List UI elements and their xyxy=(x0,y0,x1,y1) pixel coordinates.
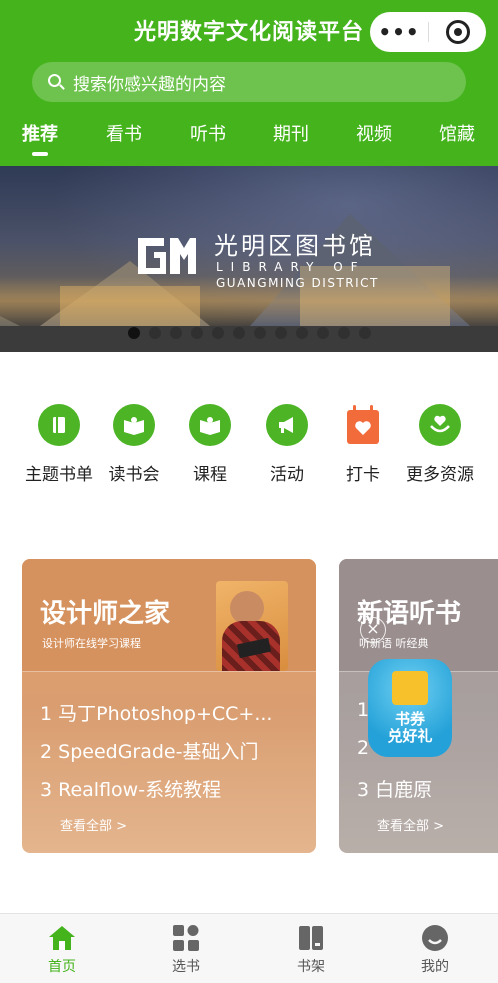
banner-carousel[interactable]: 光明区图书馆 LIBRARY OF GUANGMING DISTRICT xyxy=(0,166,498,352)
carousel-dot[interactable] xyxy=(149,327,161,339)
reading-club-icon xyxy=(113,404,155,446)
quick-link-more-resources[interactable]: 更多资源 xyxy=(390,400,490,485)
carousel-dot[interactable] xyxy=(296,327,308,339)
bottom-tab-bar: 首页 选书 书架 我的 xyxy=(0,913,498,983)
tab-books[interactable]: 看书 xyxy=(106,120,142,146)
quick-links: 主题书单 读书会 课程 活动 打卡 更多资源 xyxy=(0,400,498,490)
more-options-button[interactable]: ••• xyxy=(370,12,428,52)
tab-videos[interactable]: 视频 xyxy=(356,120,392,146)
tab-recommend[interactable]: 推荐 xyxy=(22,120,58,146)
close-ad-button[interactable]: × xyxy=(360,617,386,643)
library-name-en-line1: LIBRARY OF xyxy=(216,260,366,274)
view-all-link[interactable]: 查看全部 > xyxy=(377,815,444,834)
tabbar-bookshelf[interactable]: 书架 xyxy=(249,914,373,983)
search-placeholder: 搜索你感兴趣的内容 xyxy=(73,74,226,95)
book-list-icon xyxy=(38,404,80,446)
close-miniprogram-button[interactable] xyxy=(429,20,486,44)
card-list-item[interactable]: 2 SpeedGrade-基础入门 xyxy=(40,737,258,764)
search-input[interactable]: 搜索你感兴趣的内容 xyxy=(32,62,466,102)
ticket-icon xyxy=(392,671,428,705)
carousel-dot[interactable] xyxy=(254,327,266,339)
library-logo xyxy=(138,238,196,274)
tabbar-home[interactable]: 首页 xyxy=(0,914,124,983)
coupon-badge[interactable]: 书券 兑好礼 xyxy=(368,659,452,757)
designer-home-card[interactable]: 设计师之家 设计师在线学习课程 1 马丁Photoshop+CC+... 2 S… xyxy=(22,559,316,853)
grid-icon xyxy=(171,924,201,952)
library-name: 光明区图书馆 xyxy=(214,232,376,260)
tabbar-profile[interactable]: 我的 xyxy=(373,914,497,983)
carousel-dot[interactable] xyxy=(212,327,224,339)
library-name-en-line2: GUANGMING DISTRICT xyxy=(216,276,379,290)
home-icon xyxy=(47,924,77,952)
tab-audiobooks[interactable]: 听书 xyxy=(190,120,226,146)
active-tab-indicator xyxy=(32,152,48,156)
quick-link-label: 更多资源 xyxy=(406,465,474,485)
carousel-dot[interactable] xyxy=(275,327,287,339)
card-list-item[interactable]: 3 Realflow-系统教程 xyxy=(40,775,221,802)
coupon-line2: 兑好礼 xyxy=(387,727,433,745)
tabbar-label: 我的 xyxy=(421,959,449,975)
card-list-item[interactable]: 3 白鹿原 xyxy=(357,775,432,802)
tabbar-label: 书架 xyxy=(297,959,325,975)
card-subtitle: 设计师在线学习课程 xyxy=(42,637,141,650)
card-title: 设计师之家 xyxy=(40,599,171,629)
tabbar-label: 首页 xyxy=(48,959,76,975)
tab-collection[interactable]: 馆藏 xyxy=(439,120,475,146)
view-all-link[interactable]: 查看全部 > xyxy=(60,815,127,834)
carousel-dot[interactable] xyxy=(359,327,371,339)
calendar-heart-icon xyxy=(342,404,384,446)
card-cover-image xyxy=(216,581,288,671)
search-icon xyxy=(48,73,65,91)
tabbar-label: 选书 xyxy=(172,959,200,975)
carousel-dot[interactable] xyxy=(317,327,329,339)
category-tabs: 推荐 看书 听书 期刊 视频 馆藏 xyxy=(0,120,498,160)
carousel-dot[interactable] xyxy=(338,327,350,339)
course-icon xyxy=(189,404,231,446)
bookshelf-icon xyxy=(296,924,326,952)
megaphone-icon xyxy=(266,404,308,446)
app-header: 光明数字文化阅读平台 ••• 搜索你感兴趣的内容 推荐 看书 听书 期刊 视频 … xyxy=(0,0,498,166)
coupon-line1: 书券 xyxy=(394,710,425,728)
carousel-dot[interactable] xyxy=(170,327,182,339)
carousel-dot[interactable] xyxy=(233,327,245,339)
mini-program-capsule: ••• xyxy=(370,12,486,52)
floating-coupon-ad: × 书券 兑好礼 xyxy=(360,617,460,763)
hand-heart-icon xyxy=(419,404,461,446)
carousel-indicator xyxy=(128,327,371,339)
tab-journals[interactable]: 期刊 xyxy=(273,120,309,146)
profile-icon xyxy=(420,924,450,952)
tabbar-select-books[interactable]: 选书 xyxy=(124,914,248,983)
target-icon xyxy=(445,20,470,44)
card-list-item[interactable]: 1 马丁Photoshop+CC+... xyxy=(40,699,272,726)
carousel-dot[interactable] xyxy=(191,327,203,339)
carousel-dot[interactable] xyxy=(128,327,140,339)
